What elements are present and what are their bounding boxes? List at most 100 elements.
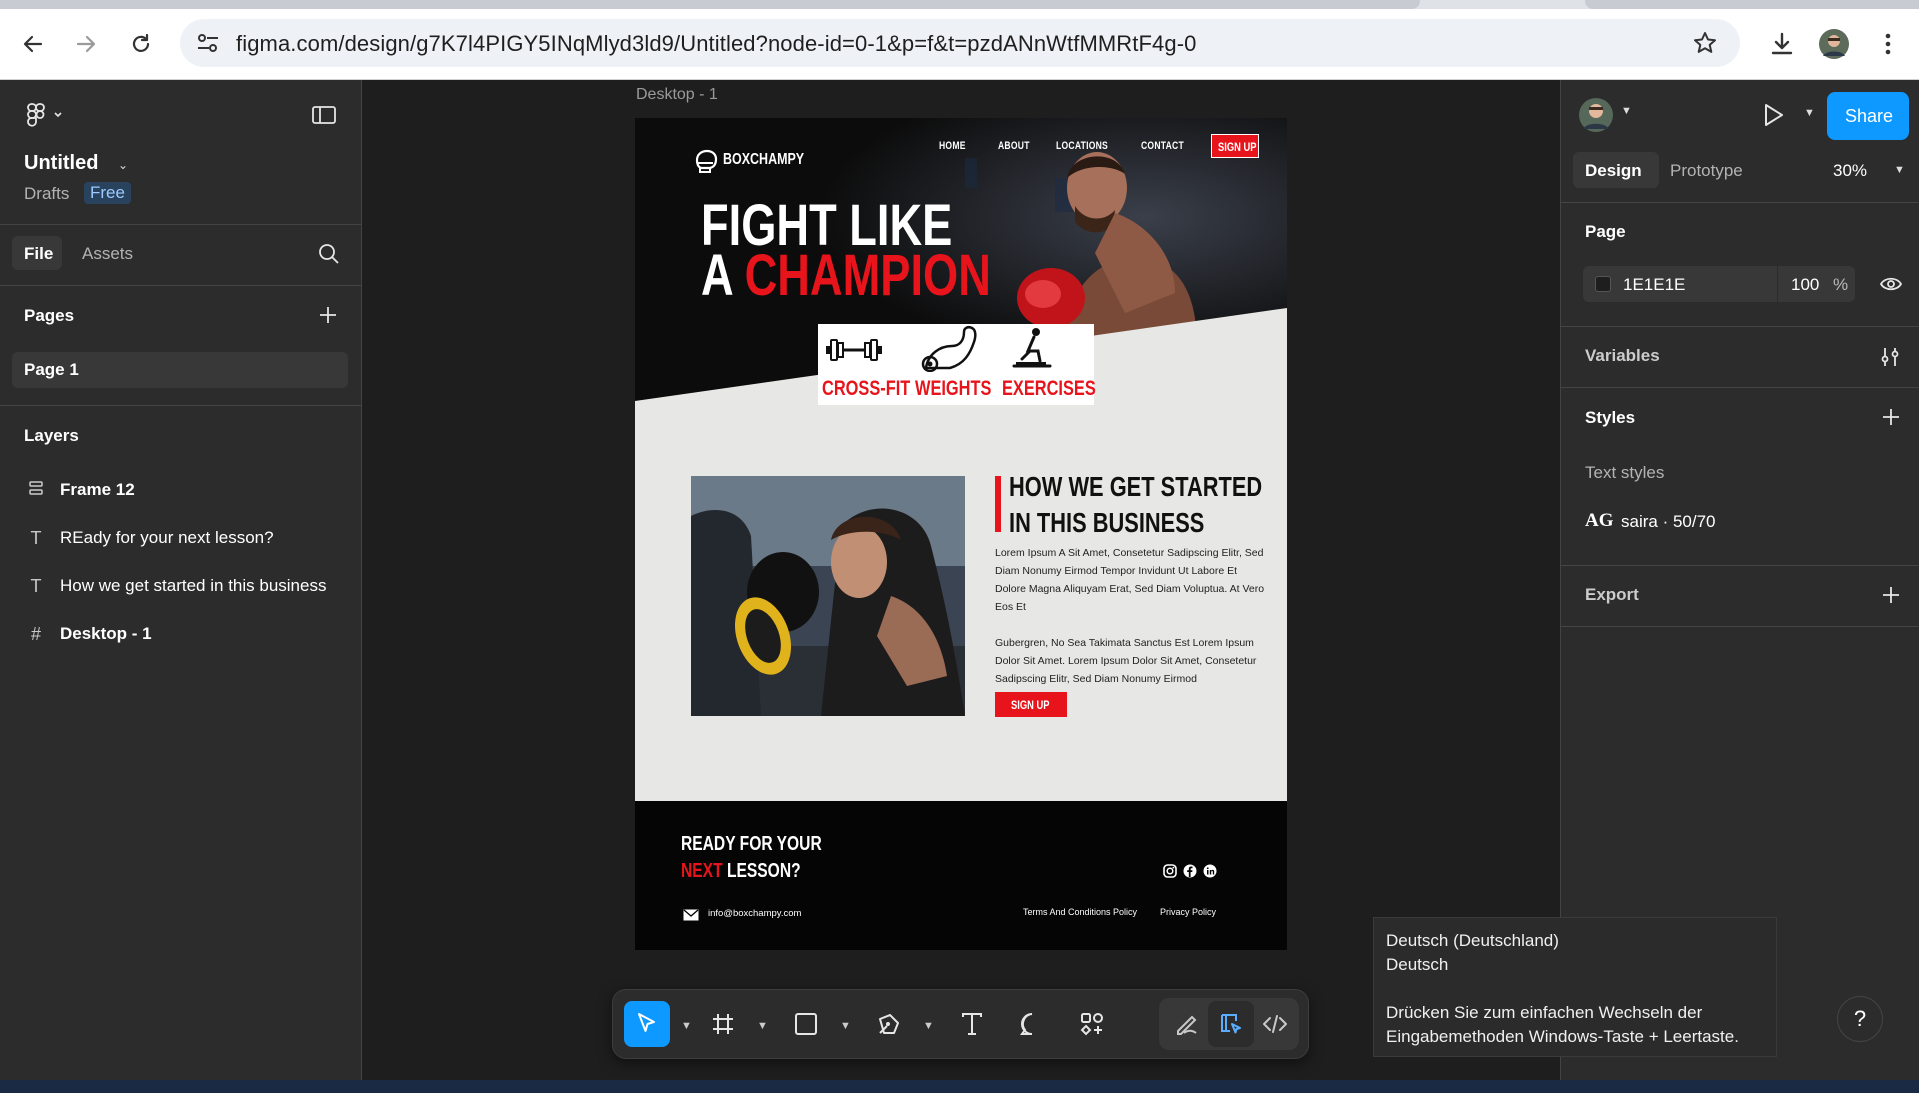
file-title[interactable]: Untitled <box>24 152 98 175</box>
dumbbell-icon <box>824 332 884 373</box>
site-settings-icon[interactable] <box>196 32 220 59</box>
instagram-icon[interactable] <box>1163 864 1177 883</box>
hero-line-2-white: A <box>701 243 745 308</box>
download-icon[interactable] <box>1760 22 1804 66</box>
add-export-icon[interactable] <box>1881 585 1901 610</box>
layer-row[interactable]: Frame 12 <box>0 468 361 512</box>
tab-design-label[interactable]: Design <box>1585 161 1642 181</box>
share-label[interactable]: Share <box>1845 106 1893 127</box>
page-color-swatch[interactable] <box>1595 276 1611 292</box>
search-icon[interactable] <box>318 243 340 270</box>
present-chevron-icon[interactable]: ▼ <box>1804 107 1815 119</box>
text-tool-icon[interactable] <box>949 1001 995 1047</box>
about-signup-button[interactable]: SIGN UP <box>995 692 1067 717</box>
about-title-1: HOW WE GET STARTED <box>1009 471 1263 502</box>
export-heading[interactable]: Export <box>1585 585 1639 605</box>
page-color-hex[interactable]: 1E1E1E <box>1623 275 1685 295</box>
page-color-field[interactable]: 1E1E1E 100 % <box>1583 266 1855 302</box>
share-button[interactable]: Share <box>1827 92 1909 140</box>
tab-design[interactable]: Design <box>1573 152 1659 188</box>
profile-avatar[interactable] <box>1812 22 1856 66</box>
present-play-icon[interactable] <box>1761 102 1785 133</box>
zoom-chevron-icon[interactable]: ▼ <box>1894 164 1905 176</box>
user-menu-chevron-icon[interactable]: ▼ <box>1621 105 1632 117</box>
frame-tool-icon[interactable] <box>700 1001 746 1047</box>
shape-tool-chevron-icon[interactable]: ▼ <box>840 1020 851 1032</box>
site-nav-about[interactable]: ABOUT <box>998 140 1030 152</box>
forward-icon[interactable] <box>64 22 108 66</box>
text-style-sample: AG <box>1585 510 1614 531</box>
toggle-sidebar-icon[interactable] <box>311 104 337 131</box>
weights-arm-icon <box>918 324 978 377</box>
frame-tool-chevron-icon[interactable]: ▼ <box>757 1020 768 1032</box>
move-tool-chevron-icon[interactable]: ▼ <box>681 1020 692 1032</box>
browser-menu-icon[interactable] <box>1866 22 1910 66</box>
user-avatar[interactable] <box>1579 98 1613 137</box>
design-frame[interactable]: BOXCHAMPY HOME ABOUT LOCATIONS CONTACT S… <box>635 118 1287 950</box>
about-paragraph-1: Lorem Ipsum A Sit Amet, Consetetur Sadip… <box>995 547 1265 613</box>
add-page-icon[interactable] <box>318 305 338 330</box>
tab-assets[interactable]: Assets <box>82 244 133 264</box>
draw-mode-icon[interactable] <box>1164 1001 1210 1047</box>
site-nav-contact[interactable]: CONTACT <box>1141 140 1184 152</box>
tool-bar: ▼ ▼ ▼ ▼ <box>612 989 1309 1059</box>
page-opacity[interactable]: 100 <box>1791 275 1819 295</box>
layers-heading: Layers <box>24 426 79 445</box>
zoom-level[interactable]: 30% <box>1833 161 1867 181</box>
layer-row[interactable]: T REady for your next lesson? <box>0 516 361 560</box>
help-icon[interactable]: ? <box>1854 1006 1866 1032</box>
footer-terms-link[interactable]: Terms And Conditions Policy <box>1023 907 1137 917</box>
footer-line-2: NEXT LESSON? <box>681 858 801 885</box>
tab-file-label[interactable]: File <box>24 244 53 264</box>
layer-name[interactable]: How we get started in this business <box>60 576 326 596</box>
visibility-eye-icon[interactable] <box>1879 274 1903 299</box>
comment-tool-icon[interactable] <box>1009 1001 1055 1047</box>
footer-privacy-link[interactable]: Privacy Policy <box>1160 907 1216 917</box>
tab-prototype[interactable]: Prototype <box>1670 161 1743 181</box>
layer-row[interactable]: # Desktop - 1 <box>0 612 361 656</box>
back-icon[interactable] <box>11 22 55 66</box>
variables-settings-icon[interactable] <box>1879 346 1901 373</box>
features-card: CROSS-FIT WEIGHTS EXERCISES <box>818 324 1096 405</box>
move-tool-icon[interactable] <box>624 1001 670 1047</box>
footer-section: READY FOR YOUR NEXT LESSON? info@boxcham… <box>635 801 1287 950</box>
boxing-glove-icon <box>693 148 719 179</box>
page-item-label[interactable]: Page 1 <box>24 360 79 380</box>
bookmark-star-icon[interactable] <box>1692 30 1718 61</box>
hash-frame-icon: # <box>30 624 41 644</box>
site-nav-locations[interactable]: LOCATIONS <box>1056 140 1108 152</box>
figma-menu-icon[interactable] <box>26 102 66 133</box>
layer-name[interactable]: REady for your next lesson? <box>60 528 274 548</box>
text-style-name[interactable]: saira · 50/70 <box>1621 512 1716 532</box>
rectangle-tool-icon[interactable] <box>783 1001 829 1047</box>
exercise-figure-icon <box>1010 326 1054 377</box>
pages-heading: Pages <box>24 306 75 325</box>
styles-heading: Styles <box>1585 408 1636 427</box>
variables-heading[interactable]: Variables <box>1585 346 1660 366</box>
facebook-icon[interactable] <box>1183 864 1197 883</box>
frame-label[interactable]: Desktop - 1 <box>636 86 718 104</box>
help-button[interactable]: ? <box>1837 996 1883 1042</box>
about-signup-label[interactable]: SIGN UP <box>1011 698 1049 712</box>
layer-name[interactable]: Desktop - 1 <box>60 624 152 644</box>
reload-icon[interactable] <box>119 22 163 66</box>
actions-tool-icon[interactable] <box>1069 1001 1115 1047</box>
url-text[interactable]: figma.com/design/g7K7l4PIGY5INqMlyd3ld9/… <box>236 31 1196 57</box>
layer-name[interactable]: Frame 12 <box>60 480 135 500</box>
pen-tool-icon[interactable] <box>866 1001 912 1047</box>
address-bar[interactable]: figma.com/design/g7K7l4PIGY5INqMlyd3ld9/… <box>180 19 1740 67</box>
feature-exercises: EXERCISES <box>1002 377 1096 400</box>
site-nav-home[interactable]: HOME <box>939 140 966 152</box>
site-nav-signup-button[interactable]: SIGN UP <box>1211 134 1259 158</box>
linkedin-icon[interactable] <box>1203 864 1217 883</box>
dev-mode-icon[interactable] <box>1252 1001 1298 1047</box>
footer-email[interactable]: info@boxchampy.com <box>708 908 801 919</box>
layer-row[interactable]: T How we get started in this business <box>0 564 361 608</box>
site-nav-signup-label[interactable]: SIGN UP <box>1218 140 1256 154</box>
tooltip-line-4: Eingabemethoden Windows-Taste + Leertast… <box>1386 1027 1739 1046</box>
page-item[interactable]: Page 1 <box>12 352 348 388</box>
file-title-chevron-icon[interactable]: ⌄ <box>118 158 128 172</box>
add-style-icon[interactable] <box>1881 407 1901 432</box>
design-mode-icon[interactable] <box>1208 1001 1254 1047</box>
pen-tool-chevron-icon[interactable]: ▼ <box>923 1020 934 1032</box>
